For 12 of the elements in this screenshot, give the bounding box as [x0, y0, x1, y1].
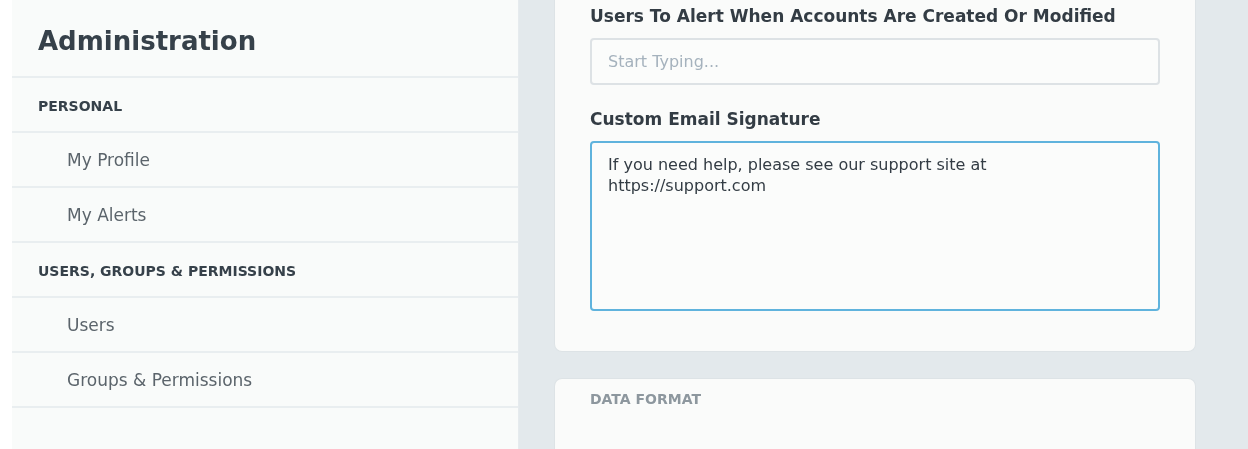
- sidebar-title: Administration: [12, 0, 518, 78]
- section-heading: PERSONAL: [12, 78, 518, 133]
- signature-textarea[interactable]: If you need help, please see our support site at https://support.com: [590, 141, 1160, 311]
- field-label: Users To Alert When Accounts Are Created Or Modified: [590, 6, 1117, 26]
- section-heading: USERS, GROUPS & PERMISSIONS: [12, 243, 518, 298]
- card-heading: DATA FORMAT: [590, 391, 702, 407]
- field-label: Custom Email Signature: [590, 109, 822, 129]
- sidebar-item[interactable]: My Profile: [12, 133, 518, 188]
- sidebar-item[interactable]: My Alerts: [12, 188, 518, 243]
- sidebar-item[interactable]: Groups & Permissions: [12, 353, 518, 408]
- sidebar-item[interactable]: Users: [12, 298, 518, 353]
- users-input-field[interactable]: Start Typing...: [590, 38, 1160, 85]
